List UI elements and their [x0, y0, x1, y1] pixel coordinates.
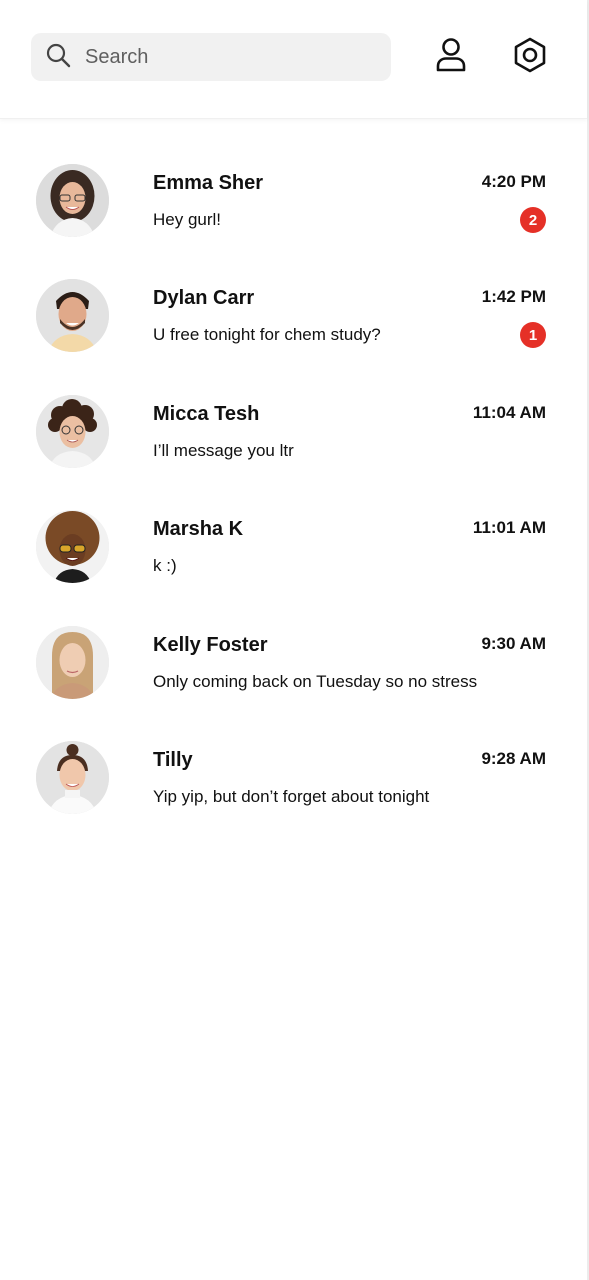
avatar	[36, 625, 109, 699]
search-bar[interactable]	[31, 33, 391, 81]
conversation-list: Emma Sher 4:20 PM Hey gurl! 2 Dylan Carr…	[0, 118, 587, 814]
avatar	[36, 740, 109, 814]
avatar	[36, 510, 109, 584]
avatar	[36, 279, 109, 353]
contact-name: Tilly	[153, 748, 193, 771]
message-preview: Yip yip, but don’t forget about tonight	[153, 786, 430, 806]
conversation-row[interactable]: Marsha K 11:01 AM k :)	[0, 464, 587, 584]
search-icon	[45, 42, 71, 73]
conversation-row[interactable]: Emma Sher 4:20 PM Hey gurl! 2	[0, 118, 587, 237]
message-preview: I’ll message you ltr	[153, 440, 294, 460]
app-header	[0, 0, 587, 119]
message-preview: U free tonight for chem study?	[153, 325, 381, 345]
contact-name: Emma Sher	[153, 172, 264, 194]
settings-hexagon-icon	[512, 36, 548, 79]
message-time: 4:20 PM	[481, 172, 546, 191]
contact-name: Marsha K	[153, 518, 244, 541]
conversation-row[interactable]: Tilly 9:28 AM Yip yip, but don’t forget …	[0, 695, 587, 814]
avatar	[36, 164, 109, 237]
settings-button[interactable]	[509, 36, 551, 78]
contact-name: Dylan Carr	[153, 287, 255, 310]
unread-badge: 1	[520, 322, 546, 349]
message-time: 11:01 AM	[472, 518, 546, 538]
contact-name: Micca Tesh	[153, 402, 260, 425]
message-time: 9:28 AM	[481, 748, 546, 768]
conversation-row[interactable]: Micca Tesh 11:04 AM I’ll message you ltr	[0, 349, 587, 468]
avatar	[36, 394, 109, 468]
user-icon	[434, 37, 468, 78]
message-preview: Hey gurl!	[153, 210, 222, 229]
contact-name: Kelly Foster	[153, 633, 268, 656]
conversation-row[interactable]: Kelly Foster 9:30 AM Only coming back on…	[0, 580, 587, 699]
search-input[interactable]	[85, 45, 355, 69]
unread-badge: 2	[520, 207, 546, 233]
conversation-row[interactable]: Dylan Carr 1:42 PM U free tonight for ch…	[0, 233, 587, 353]
message-time: 1:42 PM	[481, 287, 546, 307]
message-preview: k :)	[153, 556, 177, 576]
message-time: 9:30 AM	[481, 633, 546, 653]
message-preview: Only coming back on Tuesday so no stress	[153, 671, 478, 691]
profile-button[interactable]	[430, 36, 472, 78]
message-time: 11:04 AM	[472, 402, 546, 422]
